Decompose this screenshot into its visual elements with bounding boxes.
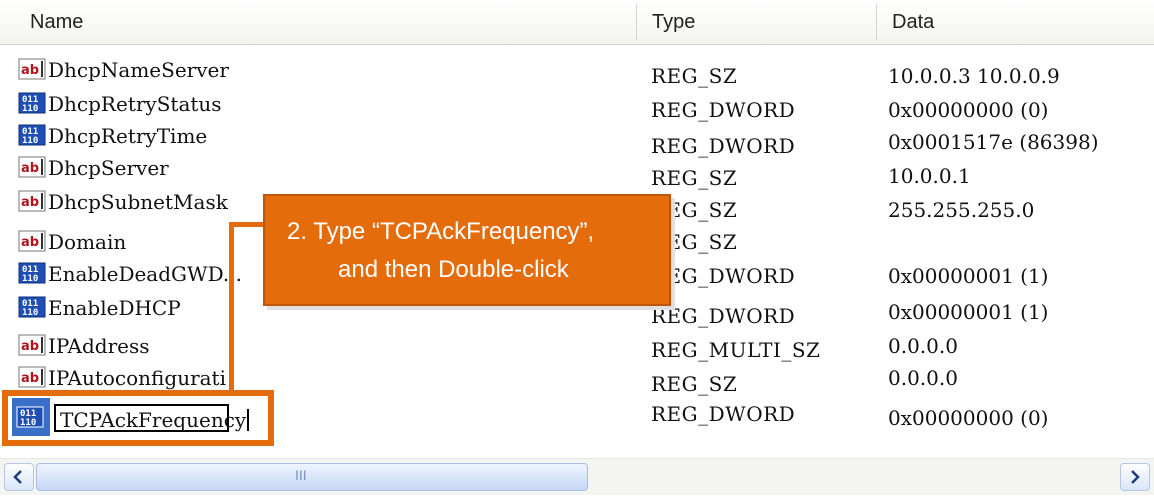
value-name: DhcpRetryStatus: [48, 92, 222, 116]
svg-text:ab: ab: [21, 371, 39, 386]
instruction-callout: [263, 194, 671, 306]
value-data: 0x00000000 (0): [888, 98, 1049, 122]
value-data: 0x0001517e (86398): [888, 130, 1099, 154]
value-type: REG_MULTI_SZ: [651, 338, 821, 362]
value-data: 10.0.0.3 10.0.0.9: [888, 64, 1060, 88]
value-type: REG_DWORD: [651, 402, 796, 426]
value-type: REG_SZ: [651, 64, 738, 88]
svg-text:110: 110: [22, 308, 38, 318]
svg-text:ab: ab: [21, 161, 39, 176]
svg-text:ab: ab: [21, 235, 39, 250]
value-name: EnableDeadGWD...: [48, 262, 242, 286]
binary-value-icon: 011110: [18, 296, 46, 318]
value-type: REG_DWORD: [651, 304, 796, 328]
rename-input-text: TCPAckFrequency: [60, 408, 250, 432]
svg-text:ab: ab: [21, 63, 39, 78]
svg-text:ab: ab: [21, 339, 39, 354]
column-divider[interactable]: [636, 4, 637, 40]
svg-text:110: 110: [22, 274, 38, 284]
value-type: REG_DWORD: [651, 98, 796, 122]
value-data: 255.255.255.0: [888, 198, 1035, 222]
highlight-box-bottom: [2, 440, 274, 446]
scroll-thumb[interactable]: III: [36, 463, 588, 491]
string-value-icon: ab: [18, 366, 46, 388]
callout-text-line1: 2. Type “TCPAckFrequency”,: [287, 218, 595, 245]
svg-text:110: 110: [22, 136, 38, 146]
value-name: EnableDHCP: [48, 296, 181, 320]
text-caret: [247, 409, 250, 431]
svg-text:110: 110: [20, 418, 36, 428]
value-data: 0.0.0.0: [888, 366, 958, 390]
column-header-data[interactable]: Data: [892, 0, 934, 44]
scroll-right-button[interactable]: [1120, 463, 1150, 491]
scroll-grip: III: [295, 467, 307, 483]
binary-value-icon: 011110: [16, 406, 44, 428]
value-name: IPAutoconfigurati: [48, 366, 226, 390]
svg-text:ab: ab: [21, 195, 39, 210]
value-name: DhcpServer: [48, 156, 169, 180]
value-name: Domain: [48, 230, 127, 254]
value-type: REG_DWORD: [651, 264, 796, 288]
connector-line-stub: [229, 222, 265, 227]
binary-value-icon: 011110: [18, 124, 46, 146]
chevron-left-icon: [13, 470, 22, 484]
binary-value-icon: 011110: [18, 92, 46, 114]
column-header-type[interactable]: Type: [652, 0, 695, 44]
scroll-left-button[interactable]: [4, 463, 34, 491]
value-data: 0x00000000 (0): [888, 406, 1049, 430]
column-divider[interactable]: [876, 4, 877, 40]
binary-value-icon: 011110: [18, 262, 46, 284]
string-value-icon: ab: [18, 230, 46, 252]
string-value-icon: ab: [18, 334, 46, 356]
chevron-right-icon: [1131, 470, 1140, 484]
column-header-name[interactable]: Name: [30, 0, 83, 44]
value-name: IPAddress: [48, 334, 150, 358]
value-type: REG_SZ: [651, 166, 738, 190]
value-data: 10.0.0.1: [888, 164, 971, 188]
value-data: 0.0.0.0: [888, 334, 958, 358]
list-header: Name Type Data: [0, 0, 1154, 45]
string-value-icon: ab: [18, 58, 46, 80]
value-type: REG_SZ: [651, 372, 738, 396]
horizontal-scrollbar[interactable]: III: [0, 458, 1154, 495]
value-type: REG_DWORD: [651, 134, 796, 158]
highlight-box-right: [268, 390, 274, 446]
value-name: DhcpNameServer: [48, 58, 229, 82]
rename-input[interactable]: TCPAckFrequency: [54, 404, 250, 432]
string-value-icon: ab: [18, 190, 46, 212]
value-data: 0x00000001 (1): [888, 264, 1049, 288]
connector-line: [229, 226, 234, 392]
callout-text-line2: and then Double-click: [338, 256, 569, 283]
value-name: DhcpRetryTime: [48, 124, 208, 148]
highlight-box-left: [2, 390, 8, 446]
svg-text:110: 110: [22, 104, 38, 114]
value-data: 0x00000001 (1): [888, 300, 1049, 324]
value-name: DhcpSubnetMask: [48, 190, 228, 214]
string-value-icon: ab: [18, 156, 46, 178]
